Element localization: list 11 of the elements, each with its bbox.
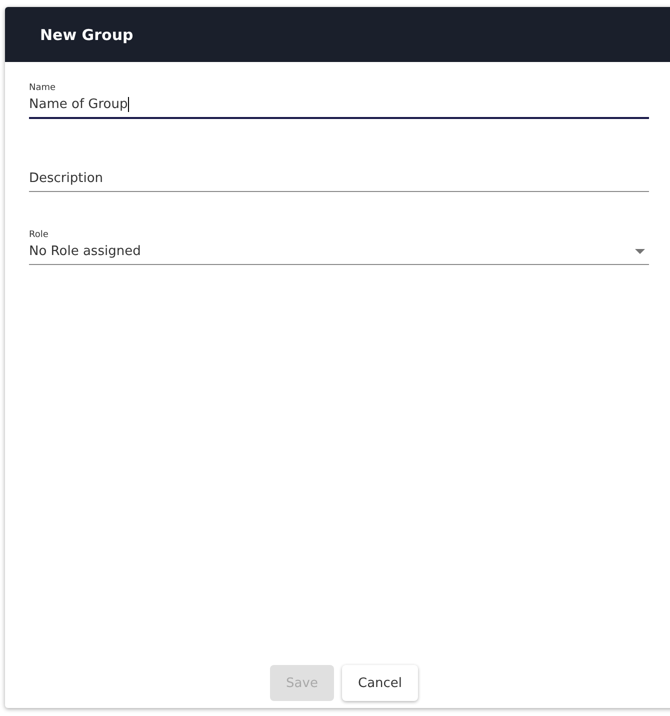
cancel-button[interactable]: Cancel — [342, 665, 418, 701]
dialog-title: New Group — [40, 26, 134, 44]
field-label: Name — [29, 83, 57, 93]
dropdown-icon — [635, 249, 645, 254]
role-select[interactable]: Role No Role assigned — [29, 222, 649, 265]
field-label: Role — [29, 230, 50, 240]
field-label: Description — [29, 171, 104, 186]
input-field[interactable]: Name Name of Group — [29, 75, 649, 119]
input-field[interactable]: Description — [29, 149, 649, 192]
field-value: No Role assigned — [29, 244, 141, 259]
field-value: Name of Group — [29, 97, 129, 112]
